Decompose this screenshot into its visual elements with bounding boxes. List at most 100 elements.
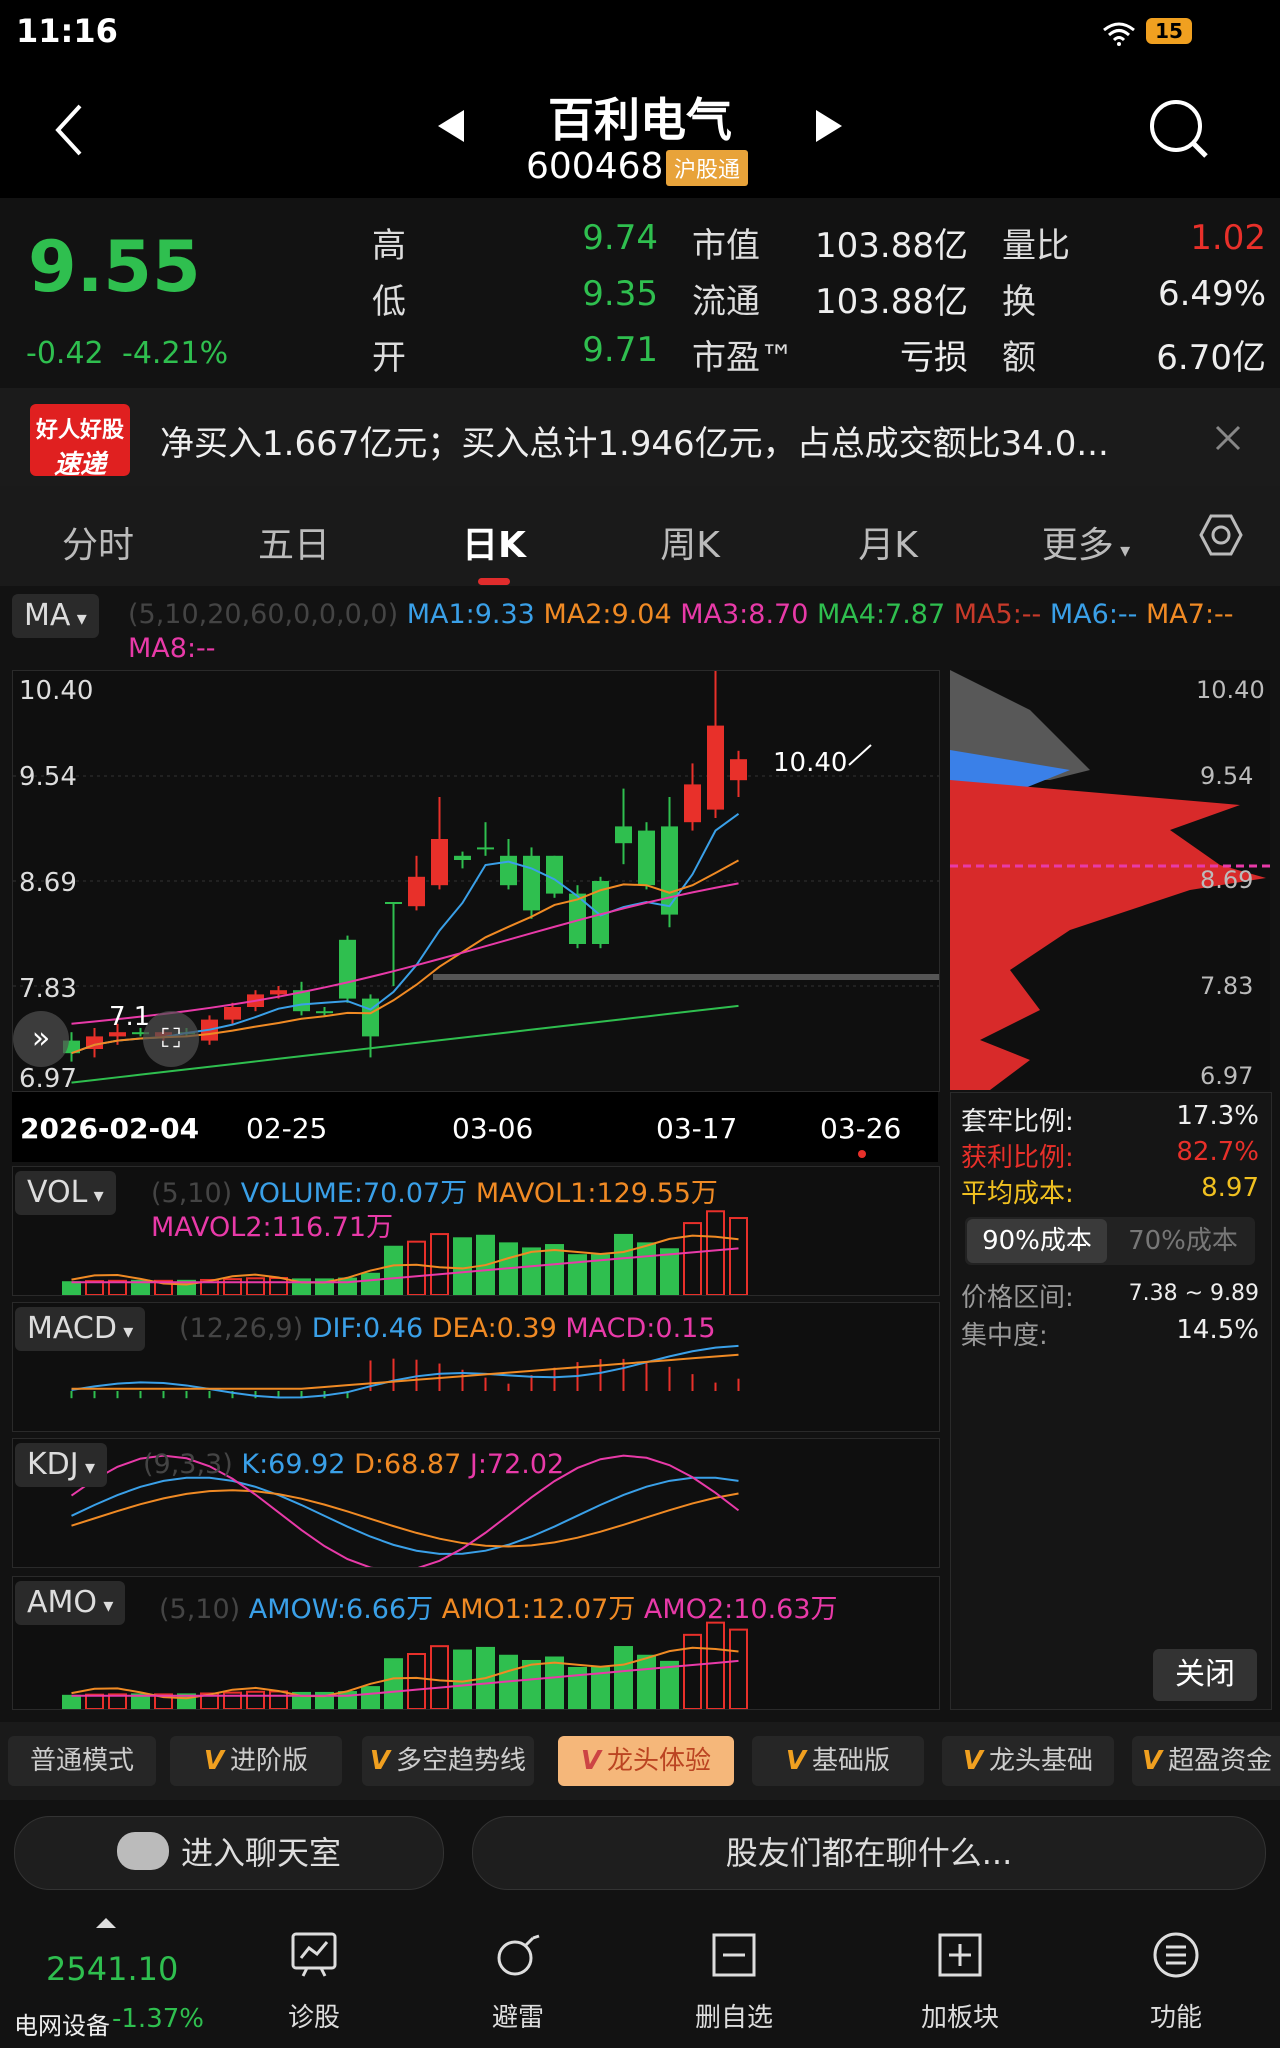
ma8-value: MA8:-- <box>128 633 216 664</box>
nav-functions-label: 功能 <box>1149 2003 1202 2033</box>
volume-bar <box>407 1653 426 1710</box>
candle-body <box>546 855 563 894</box>
back-icon[interactable] <box>50 102 90 158</box>
tab-weekly-k[interactable]: 周K <box>610 516 770 568</box>
macd-params: (12,26,9) <box>179 1313 304 1344</box>
volume-bar <box>660 1248 679 1296</box>
last-price: 9.55 <box>28 226 201 308</box>
kdj-selector[interactable]: KDJ <box>15 1443 108 1487</box>
kline-chart[interactable]: 10.40 9.54 8.69 7.83 6.97 10.40 7.1 » ⛶ <box>12 670 940 1094</box>
volume-bar <box>361 1686 380 1711</box>
ma7-value: MA7:-- <box>1146 599 1234 630</box>
amo-selector[interactable]: AMO <box>15 1581 126 1625</box>
tab-daily-k[interactable]: 日K <box>414 516 574 568</box>
mode-normal[interactable]: 普通模式 <box>8 1736 156 1786</box>
price-axis-label: 7.83 <box>19 974 77 1004</box>
index-name: 电网设备 <box>14 2012 110 2040</box>
search-icon[interactable] <box>1148 98 1210 160</box>
nav-add-sector[interactable]: 加板块 <box>900 1930 1020 2034</box>
volume-bar <box>361 1272 380 1297</box>
mode-trend-label: 多空趋势线 <box>396 1746 527 1776</box>
nav-diagnose[interactable]: 诊股 <box>254 1930 374 2034</box>
hk-connect-badge: 沪股通 <box>666 150 749 186</box>
concentration-label: 集中度: <box>961 1321 1048 1351</box>
date-axis: 2026-02-04 02-25 03-06 03-17 03-26 <box>12 1092 938 1162</box>
nav-remove-watchlist-label: 删自选 <box>694 2003 773 2033</box>
high-annotation-pointer <box>848 744 872 766</box>
index-value[interactable]: 2541.10 <box>46 1950 178 1988</box>
tab-monthly-k[interactable]: 月K <box>808 516 968 568</box>
chip-axis-label: 6.97 <box>1200 1062 1253 1090</box>
vol-selector-label: VOL <box>27 1175 88 1210</box>
news-logo-top: 好人好股 <box>35 418 124 443</box>
chip-axis-label: 10.40 <box>1196 676 1265 704</box>
chat-topic-button[interactable]: 股友们都在聊什么... <box>472 1816 1266 1890</box>
nav-functions[interactable]: 功能 <box>1116 1930 1236 2034</box>
close-chip-button[interactable]: 关闭 <box>1153 1649 1257 1701</box>
mode-leader-basic[interactable]: V 龙头基础 <box>942 1736 1114 1786</box>
candle-body <box>638 830 655 886</box>
battery-indicator: 15 <box>1146 18 1192 44</box>
volume-bar <box>246 1277 265 1297</box>
ma3-value: MA3:8.70 <box>680 599 809 630</box>
news-text: 净买入1.667亿元；买入总计1.946亿元，占总成交额比34.0... <box>160 424 1109 464</box>
kdj-panel[interactable]: KDJ (9,3,3) K:69.92 D:68.87 J:72.02 <box>12 1438 940 1572</box>
volume-panel[interactable]: VOL (5,10) VOLUME:70.07万 MAVOL1:129.55万 … <box>12 1166 940 1297</box>
enter-chatroom-button[interactable]: 进入聊天室 <box>14 1816 444 1890</box>
active-tab-indicator <box>478 578 510 585</box>
mode-leader-trial-label: 龙头体验 <box>607 1746 712 1776</box>
amo-legend: (5,10) AMOW:6.66万 AMO1:12.07万 AMO2:10.63… <box>159 1587 838 1626</box>
ma5-value: MA5:-- <box>953 599 1042 630</box>
tab-90-cost[interactable]: 90%成本 <box>967 1219 1107 1263</box>
volume-ratio-label: 量比 <box>1002 226 1070 266</box>
float-cap-value: 103.88亿 <box>815 282 968 322</box>
candle-body <box>477 847 494 850</box>
mode-leader-trial[interactable]: V 龙头体验 <box>558 1736 734 1786</box>
ma3-line <box>71 882 739 1025</box>
vol-selector[interactable]: VOL <box>15 1171 116 1215</box>
tab-five-day[interactable]: 五日 <box>214 516 374 568</box>
chevron-up-icon[interactable] <box>94 1916 118 1930</box>
candle-body <box>661 826 678 915</box>
candle-body <box>615 826 632 844</box>
fullscreen-icon[interactable]: ⛶ <box>143 1011 199 1067</box>
bomb-icon <box>497 1934 540 1976</box>
close-icon[interactable] <box>1214 424 1242 452</box>
vol-params: (5,10) <box>151 1178 233 1209</box>
mode-leader-basic-label: 龙头基础 <box>989 1746 1094 1776</box>
enter-chatroom-label: 进入聊天室 <box>180 1834 341 1872</box>
cost-tabs: 90%成本 70%成本 <box>965 1217 1255 1265</box>
nav-avoid-risk[interactable]: 避雷 <box>458 1930 578 2034</box>
status-bar: 11:16 15 <box>0 0 1280 64</box>
open-label: 开 <box>372 338 406 378</box>
volume-bar <box>545 1656 564 1710</box>
volume-bar <box>384 1658 403 1710</box>
news-ticker[interactable]: 好人好股 速递 净买入1.667亿元；买入总计1.946亿元，占总成交额比34.… <box>0 388 1280 486</box>
nav-remove-watchlist[interactable]: 删自选 <box>674 1930 794 2034</box>
price-change: -0.42 <box>26 336 104 371</box>
tab-70-cost[interactable]: 70%成本 <box>1113 1219 1253 1263</box>
candle-body <box>500 855 517 886</box>
amo-panel[interactable]: AMO (5,10) AMOW:6.66万 AMO1:12.07万 AMO2:1… <box>12 1576 940 1711</box>
volume-bar <box>407 1240 426 1296</box>
volume-bar <box>62 1281 81 1297</box>
volume-bar <box>269 1277 288 1297</box>
tab-intraday[interactable]: 分时 <box>18 516 178 568</box>
expand-left-icon[interactable]: » <box>13 1011 69 1067</box>
volume-bar <box>522 1247 541 1296</box>
mode-basic[interactable]: V 基础版 <box>752 1736 924 1786</box>
mode-trend[interactable]: V 多空趋势线 <box>362 1736 534 1786</box>
dea-value: DEA:0.39 <box>431 1313 557 1344</box>
mode-advanced[interactable]: V 进阶版 <box>170 1736 342 1786</box>
quote-panel: 9.55 -0.42 -4.21% 高 9.74 市值 103.88亿 量比 1… <box>0 198 1280 388</box>
ma-selector[interactable]: MA <box>12 594 99 638</box>
settings-icon[interactable] <box>1198 512 1244 558</box>
tab-more[interactable]: 更多 ▾ <box>1006 516 1166 568</box>
macd-selector[interactable]: MACD <box>15 1307 146 1351</box>
plus-square-icon <box>938 1933 982 1977</box>
index-change: -1.37% <box>112 2004 204 2034</box>
vol-legend: (5,10) VOLUME:70.07万 MAVOL1:129.55万 MAVO… <box>151 1177 931 1245</box>
next-stock-icon[interactable] <box>812 106 846 146</box>
mode-super-fund[interactable]: V 超盈资金 <box>1132 1736 1280 1786</box>
macd-panel[interactable]: MACD (12,26,9) DIF:0.46 DEA:0.39 MACD:0.… <box>12 1302 940 1432</box>
